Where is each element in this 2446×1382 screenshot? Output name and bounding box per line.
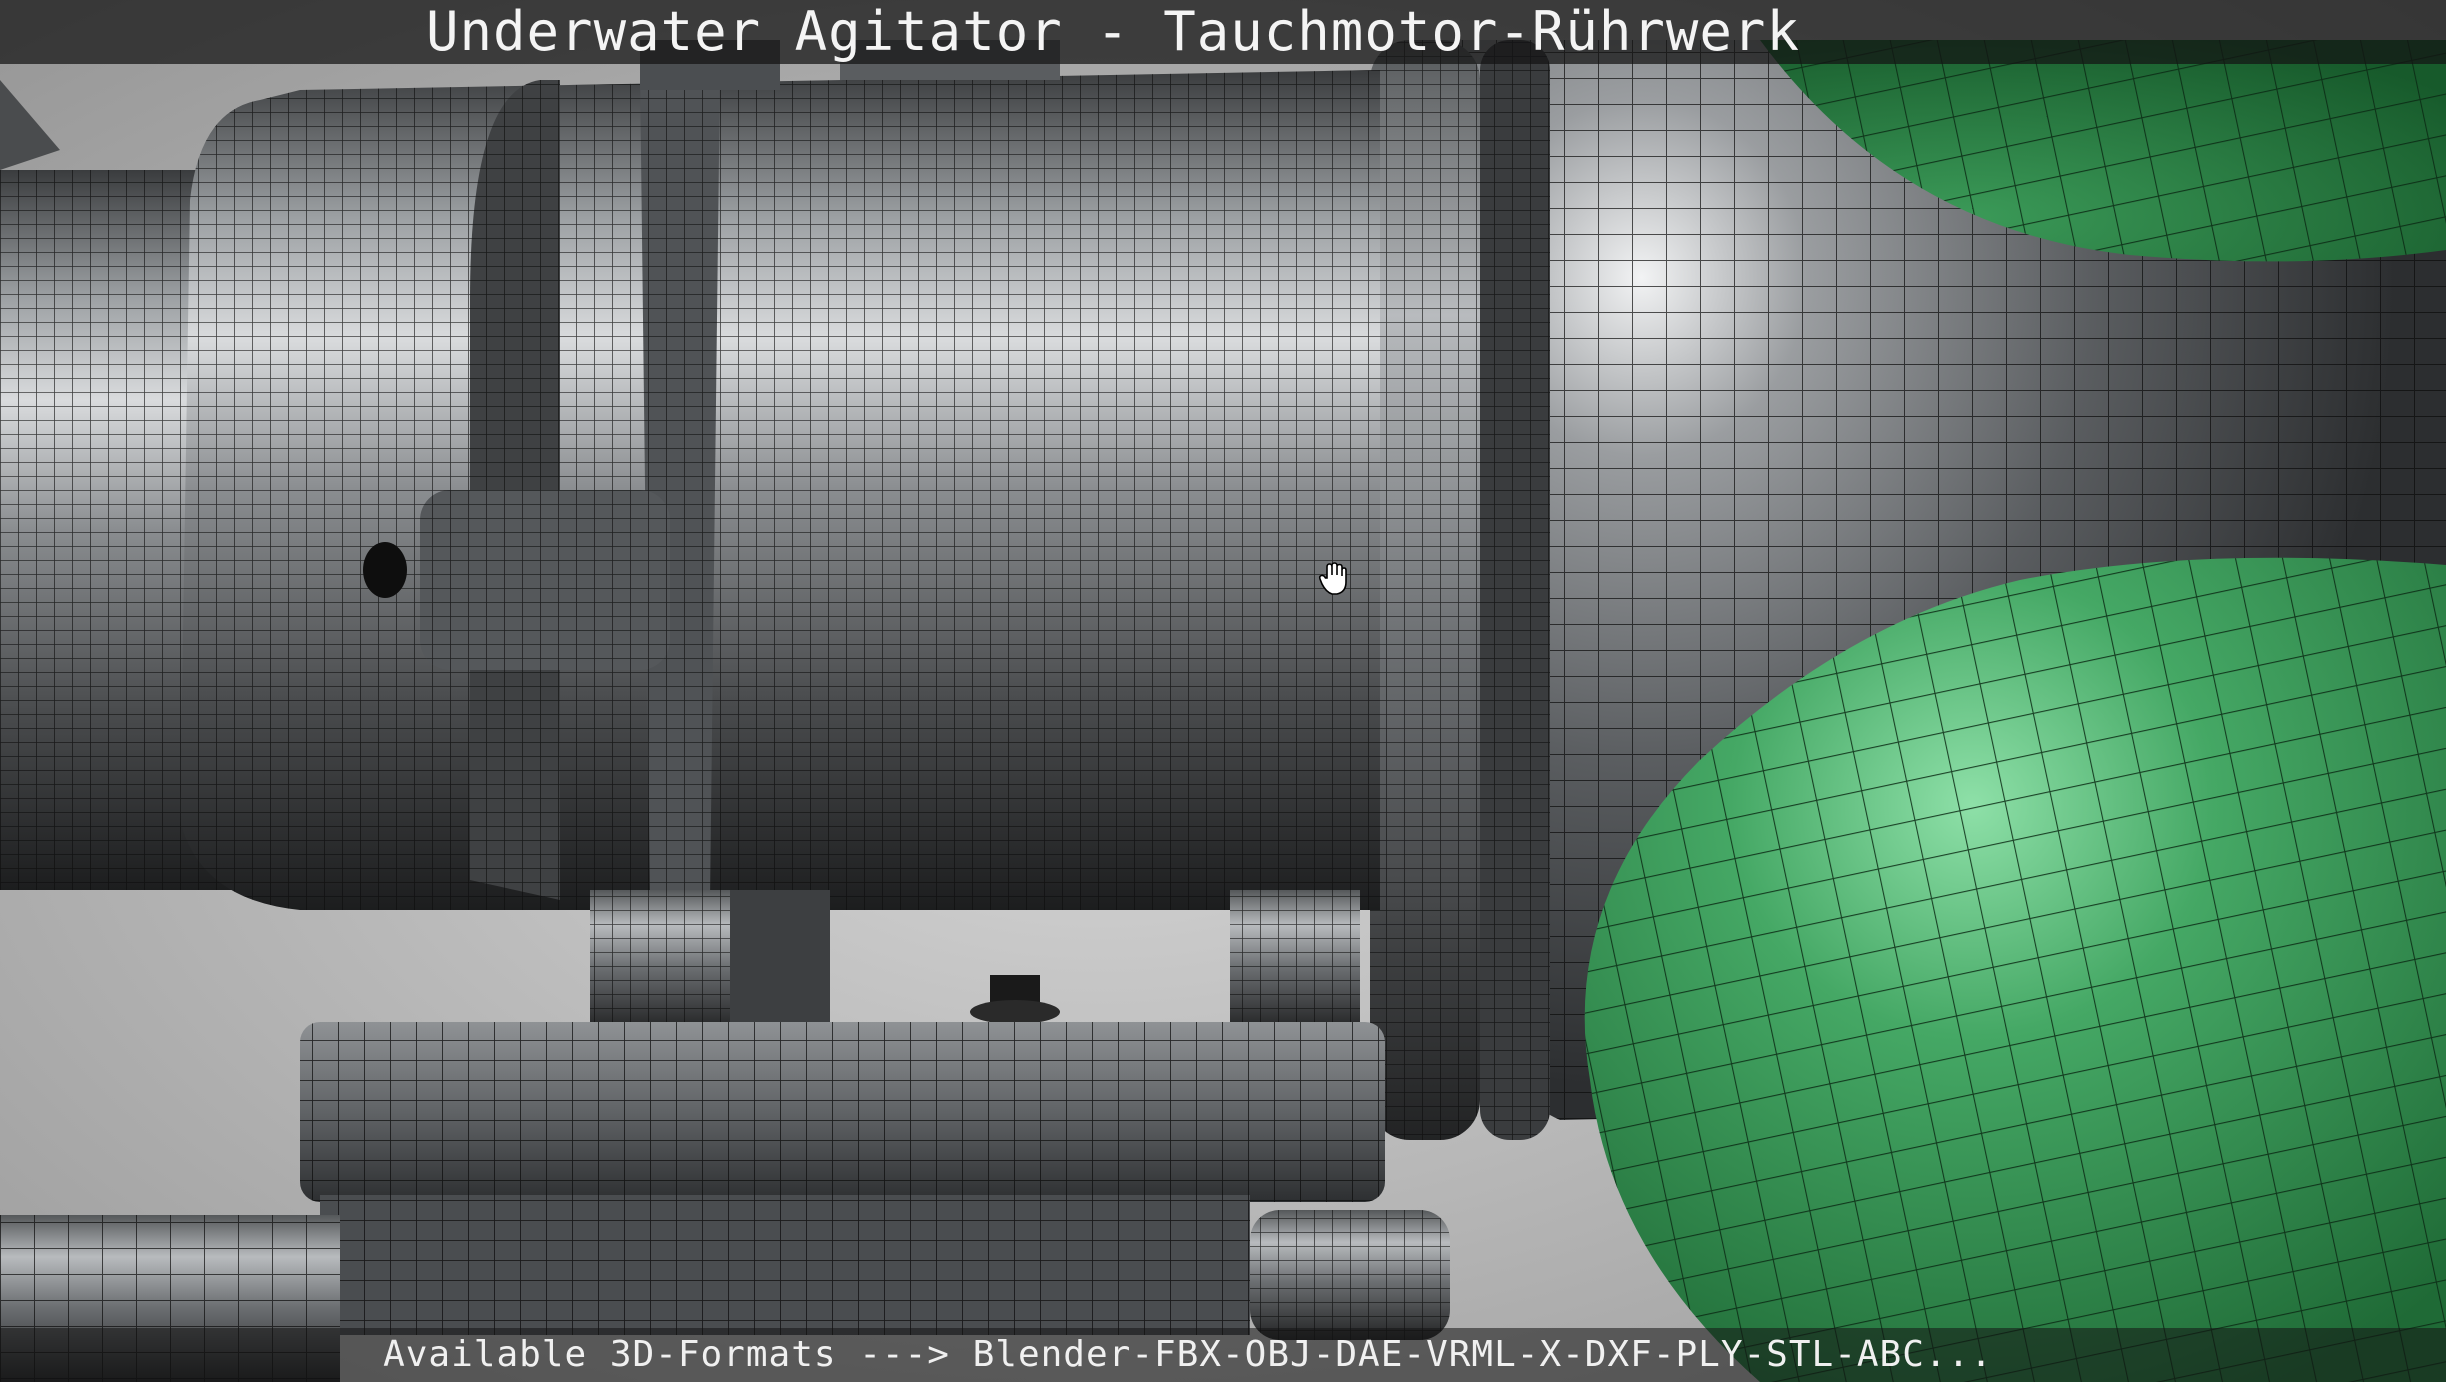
motor-cylinder	[180, 40, 1380, 910]
viewer-title: Underwater Agitator - Tauchmotor-Rührwer…	[426, 0, 1800, 63]
base-plate	[300, 1022, 1450, 1340]
flange-rings	[1370, 40, 1550, 1140]
3d-viewport[interactable]	[0, 0, 2446, 1382]
agitator-model-render	[0, 0, 2446, 1382]
formats-caption: Available 3D-Formats ---> Blender-FBX-OB…	[383, 1334, 1993, 1375]
hand-cursor-icon	[1318, 562, 1347, 595]
